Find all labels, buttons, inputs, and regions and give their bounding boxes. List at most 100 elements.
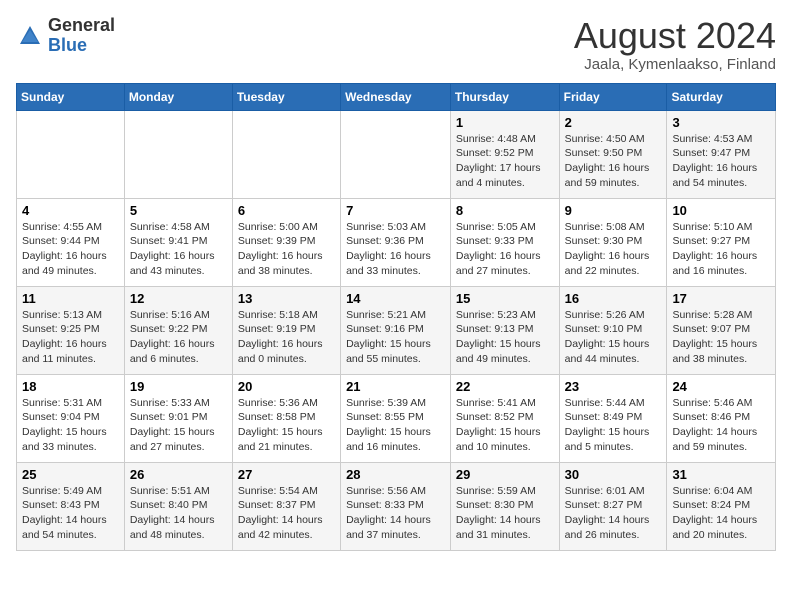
weekday-header-monday: Monday [124,83,232,110]
day-detail: Sunrise: 5:36 AMSunset: 8:58 PMDaylight:… [238,396,335,455]
calendar-week-3: 11 Sunrise: 5:13 AMSunset: 9:25 PMDayligh… [17,286,776,374]
day-number: 31 [672,467,770,482]
weekday-header-friday: Friday [559,83,667,110]
calendar-cell: 31 Sunrise: 6:04 AMSunset: 8:24 PMDayligh… [667,462,776,550]
day-detail: Sunrise: 5:31 AMSunset: 9:04 PMDaylight:… [22,396,119,455]
day-number: 22 [456,379,554,394]
calendar-body: 1Sunrise: 4:48 AMSunset: 9:52 PMDaylight… [17,110,776,550]
day-detail: Sunrise: 5:28 AMSunset: 9:07 PMDaylight:… [672,308,770,367]
calendar-cell: 1Sunrise: 4:48 AMSunset: 9:52 PMDaylight… [450,110,559,198]
day-number: 8 [456,203,554,218]
day-number: 27 [238,467,335,482]
calendar-subtitle: Jaala, Kymenlaakso, Finland [574,56,776,73]
day-detail: Sunrise: 4:53 AMSunset: 9:47 PMDaylight:… [672,132,770,191]
day-detail: Sunrise: 5:41 AMSunset: 8:52 PMDaylight:… [456,396,554,455]
logo-blue: Blue [48,35,87,55]
day-number: 25 [22,467,119,482]
calendar-cell: 11 Sunrise: 5:13 AMSunset: 9:25 PMDayligh… [17,286,125,374]
day-number: 24 [672,379,770,394]
weekday-header-thursday: Thursday [450,83,559,110]
calendar-cell: 30 Sunrise: 6:01 AMSunset: 8:27 PMDayligh… [559,462,667,550]
calendar-cell [124,110,232,198]
day-detail: Sunrise: 5:51 AMSunset: 8:40 PMDaylight:… [130,484,227,543]
calendar-cell: 24Sunrise: 5:46 AMSunset: 8:46 PMDayligh… [667,374,776,462]
day-number: 28 [346,467,445,482]
calendar-cell: 20 Sunrise: 5:36 AMSunset: 8:58 PMDayligh… [232,374,340,462]
calendar-week-2: 4Sunrise: 4:55 AMSunset: 9:44 PMDaylight… [17,198,776,286]
day-number: 16 [565,291,662,306]
day-number: 13 [238,291,335,306]
day-detail: Sunrise: 5:49 AMSunset: 8:43 PMDaylight:… [22,484,119,543]
day-number: 14 [346,291,445,306]
day-detail: Sunrise: 4:48 AMSunset: 9:52 PMDaylight:… [456,132,554,191]
calendar-week-5: 25 Sunrise: 5:49 AMSunset: 8:43 PMDayligh… [17,462,776,550]
calendar-cell: 7 Sunrise: 5:03 AMSunset: 9:36 PMDaylight… [341,198,451,286]
logo-general: General [48,15,115,35]
day-number: 19 [130,379,227,394]
day-detail: Sunrise: 6:01 AMSunset: 8:27 PMDaylight:… [565,484,662,543]
day-number: 11 [22,291,119,306]
calendar-cell: 3 Sunrise: 4:53 AMSunset: 9:47 PMDaylight… [667,110,776,198]
calendar-cell: 2Sunrise: 4:50 AMSunset: 9:50 PMDaylight… [559,110,667,198]
calendar-week-4: 18 Sunrise: 5:31 AMSunset: 9:04 PMDayligh… [17,374,776,462]
calendar-cell: 18 Sunrise: 5:31 AMSunset: 9:04 PMDayligh… [17,374,125,462]
calendar-cell: 6 Sunrise: 5:00 AMSunset: 9:39 PMDaylight… [232,198,340,286]
calendar-cell: 26 Sunrise: 5:51 AMSunset: 8:40 PMDayligh… [124,462,232,550]
calendar-cell: 21Sunrise: 5:39 AMSunset: 8:55 PMDayligh… [341,374,451,462]
day-number: 29 [456,467,554,482]
day-number: 21 [346,379,445,394]
calendar-cell: 19 Sunrise: 5:33 AMSunset: 9:01 PMDayligh… [124,374,232,462]
day-detail: Sunrise: 5:10 AMSunset: 9:27 PMDaylight:… [672,220,770,279]
calendar-cell: 22 Sunrise: 5:41 AMSunset: 8:52 PMDayligh… [450,374,559,462]
day-number: 18 [22,379,119,394]
day-number: 3 [672,115,770,130]
day-detail: Sunrise: 5:00 AMSunset: 9:39 PMDaylight:… [238,220,335,279]
calendar-cell: 15Sunrise: 5:23 AMSunset: 9:13 PMDayligh… [450,286,559,374]
calendar-cell: 14 Sunrise: 5:21 AMSunset: 9:16 PMDayligh… [341,286,451,374]
day-detail: Sunrise: 5:16 AMSunset: 9:22 PMDaylight:… [130,308,227,367]
calendar-cell: 27 Sunrise: 5:54 AMSunset: 8:37 PMDayligh… [232,462,340,550]
logo: General Blue [16,16,115,56]
day-detail: Sunrise: 5:33 AMSunset: 9:01 PMDaylight:… [130,396,227,455]
calendar-cell: 17Sunrise: 5:28 AMSunset: 9:07 PMDayligh… [667,286,776,374]
day-detail: Sunrise: 6:04 AMSunset: 8:24 PMDaylight:… [672,484,770,543]
day-detail: Sunrise: 4:58 AMSunset: 9:41 PMDaylight:… [130,220,227,279]
calendar-header: SundayMondayTuesdayWednesdayThursdayFrid… [17,83,776,110]
day-number: 26 [130,467,227,482]
weekday-header-sunday: Sunday [17,83,125,110]
day-detail: Sunrise: 5:56 AMSunset: 8:33 PMDaylight:… [346,484,445,543]
logo-icon [16,22,44,50]
calendar-cell [17,110,125,198]
day-detail: Sunrise: 5:13 AMSunset: 9:25 PMDaylight:… [22,308,119,367]
day-detail: Sunrise: 5:18 AMSunset: 9:19 PMDaylight:… [238,308,335,367]
weekday-row: SundayMondayTuesdayWednesdayThursdayFrid… [17,83,776,110]
calendar-cell [341,110,451,198]
day-number: 15 [456,291,554,306]
day-detail: Sunrise: 5:08 AMSunset: 9:30 PMDaylight:… [565,220,662,279]
calendar-cell: 8Sunrise: 5:05 AMSunset: 9:33 PMDaylight… [450,198,559,286]
calendar-table: SundayMondayTuesdayWednesdayThursdayFrid… [16,83,776,551]
calendar-week-1: 1Sunrise: 4:48 AMSunset: 9:52 PMDaylight… [17,110,776,198]
day-detail: Sunrise: 5:03 AMSunset: 9:36 PMDaylight:… [346,220,445,279]
day-number: 30 [565,467,662,482]
day-number: 7 [346,203,445,218]
calendar-cell: 9Sunrise: 5:08 AMSunset: 9:30 PMDaylight… [559,198,667,286]
day-number: 12 [130,291,227,306]
day-detail: Sunrise: 4:50 AMSunset: 9:50 PMDaylight:… [565,132,662,191]
calendar-cell: 23Sunrise: 5:44 AMSunset: 8:49 PMDayligh… [559,374,667,462]
day-number: 6 [238,203,335,218]
day-detail: Sunrise: 4:55 AMSunset: 9:44 PMDaylight:… [22,220,119,279]
calendar-cell: 13 Sunrise: 5:18 AMSunset: 9:19 PMDayligh… [232,286,340,374]
title-area: August 2024 Jaala, Kymenlaakso, Finland [574,16,776,73]
day-detail: Sunrise: 5:21 AMSunset: 9:16 PMDaylight:… [346,308,445,367]
calendar-cell: 4Sunrise: 4:55 AMSunset: 9:44 PMDaylight… [17,198,125,286]
calendar-cell: 29Sunrise: 5:59 AMSunset: 8:30 PMDayligh… [450,462,559,550]
logo-text: General Blue [48,16,115,56]
calendar-title: August 2024 [574,16,776,56]
day-number: 5 [130,203,227,218]
day-number: 10 [672,203,770,218]
day-number: 20 [238,379,335,394]
calendar-cell [232,110,340,198]
day-number: 23 [565,379,662,394]
day-detail: Sunrise: 5:54 AMSunset: 8:37 PMDaylight:… [238,484,335,543]
